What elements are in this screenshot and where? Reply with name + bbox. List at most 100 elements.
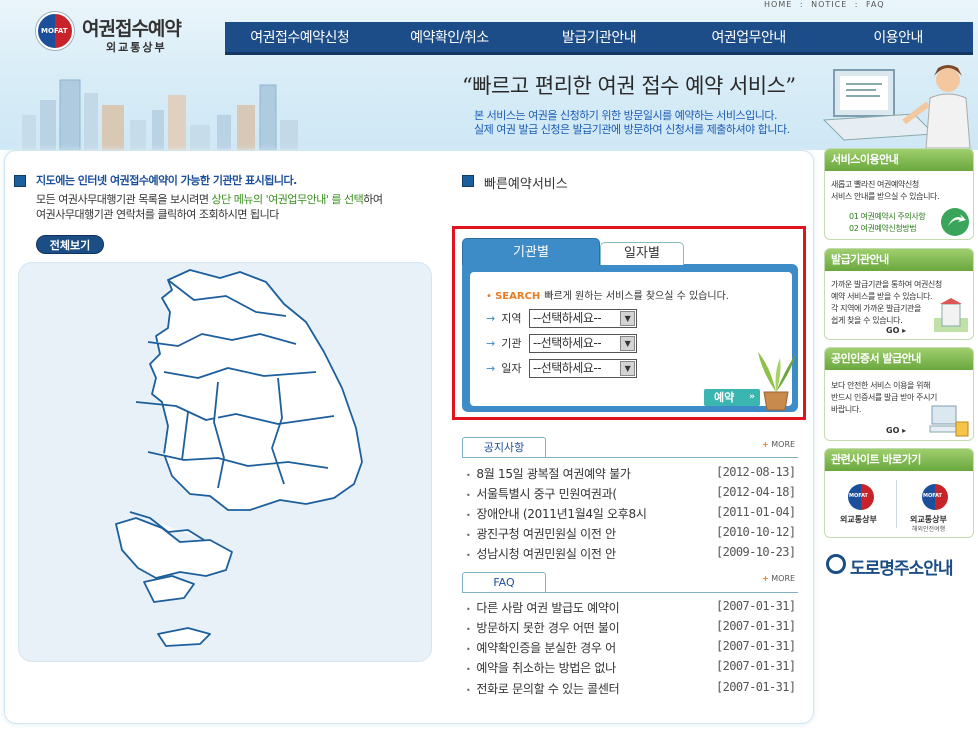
institution-select[interactable]: --선택하세요-- ▼	[529, 334, 637, 353]
related-site-sublabel: 해외안전여행	[912, 526, 946, 533]
mofat-emblem-icon: MOFAT	[848, 484, 874, 510]
search-description: 빠르게 원하는 서비스를 찾으실 수 있습니다.	[544, 291, 729, 302]
nav-issuer-info[interactable]: 발급기관안내	[524, 22, 674, 52]
faq-row-title[interactable]: • 예약확인증을 분실한 경우 어	[466, 639, 616, 656]
building-map-icon	[934, 298, 968, 332]
faq-row-title[interactable]: • 다른 사람 여권 발급도 예약이	[466, 599, 620, 616]
faq-more-link[interactable]: + MORE	[762, 574, 795, 583]
chevron-down-icon[interactable]: ▼	[620, 336, 635, 351]
notice-title-text: 장애안내 (2011년1월4일 오후8시	[476, 507, 647, 521]
faq-row-title[interactable]: • 예약을 취소하는 방법은 없나	[466, 659, 616, 676]
issuer-guide-text: 가까운 발급기관을 통하여 여권신청	[831, 280, 942, 289]
nav-usage-guide[interactable]: 이용안내	[823, 22, 973, 52]
map-section-description-2: 여권사무대행기관 연락처를 클릭하여 조회하시면 됩니다	[36, 208, 279, 221]
notice-more-link[interactable]: + MORE	[762, 440, 795, 449]
faq-title-text: 예약을 취소하는 방법은 없나	[476, 661, 616, 675]
main-navigation: 여권접수예약신청 예약확인/취소 발급기관안내 여권업무안내 이용안내	[225, 22, 973, 55]
notice-row-title[interactable]: • 광진구청 여권민원실 이전 안	[466, 525, 616, 542]
label-text: 기관	[501, 337, 522, 350]
nav-passport-service-info[interactable]: 여권업무안내	[674, 22, 824, 52]
faq-title-text: 예약확인증을 분실한 경우 어	[476, 641, 616, 655]
plus-icon: +	[762, 574, 769, 583]
bullet-icon: •	[466, 686, 471, 695]
label-text: 지역	[501, 312, 522, 325]
desc-prefix: 모든 여권사무대행기관 목록을 보시려면	[36, 193, 212, 206]
certificate-computer-icon	[929, 405, 969, 437]
map-section-description-1: 모든 여권사무대행기관 목록을 보시려면 상단 메뉴의 '여권업무안내' 를 선…	[36, 191, 383, 207]
issuer-go-link[interactable]: GO ▸	[886, 326, 906, 335]
desc-highlight: 상단 메뉴의 '여권업무안내' 를 선택	[211, 193, 364, 206]
notice-row-title[interactable]: • 성남시청 여권민원실 이전 안	[466, 545, 616, 562]
issuer-guide-head: 발급기관안내	[825, 249, 973, 271]
tab-by-date[interactable]: 일자별	[600, 242, 684, 265]
field-label-region: → 지역	[486, 310, 521, 326]
mofat-emblem-icon: MOFAT	[36, 12, 74, 50]
notice-row-date: [2012-08-13]	[716, 465, 796, 479]
related-site-mofat[interactable]: MOFAT 외교통상부	[840, 484, 890, 530]
tab-faq[interactable]: FAQ	[462, 572, 546, 593]
korea-map[interactable]	[18, 262, 432, 662]
mofat-emblem-icon: MOFAT	[922, 484, 948, 510]
go-label: GO	[886, 326, 900, 335]
search-heading: • SEARCH 빠르게 원하는 서비스를 찾으실 수 있습니다.	[486, 287, 729, 302]
notice-row-title[interactable]: • 장애안내 (2011년1월4일 오후8시	[466, 505, 647, 522]
bullet-icon: •	[466, 625, 471, 634]
city-buildings-illustration	[22, 79, 298, 150]
label-text: 일자	[501, 362, 522, 375]
faq-row-date: [2007-01-31]	[716, 619, 796, 633]
util-faq-link[interactable]: FAQ	[866, 0, 885, 9]
service-guide-text: 새롭고 빨라진 여권예약신청	[831, 180, 919, 189]
notice-row-title[interactable]: • 서울특별시 중구 민원여권과(	[466, 485, 617, 502]
arrow-icon: →	[486, 337, 496, 350]
region-select-value: --선택하세요--	[533, 311, 602, 325]
site-logo[interactable]: MOFAT 여권접수예약 외교통상부	[36, 12, 196, 56]
notice-row-title[interactable]: • 8월 15일 광복절 여권예약 불가	[466, 465, 631, 482]
certificate-guide-text: 보다 안전한 서비스 이용을 위해	[831, 381, 931, 390]
faq-row-title[interactable]: • 전화로 문의할 수 있는 콜센터	[466, 680, 620, 697]
bullet-icon: •	[466, 605, 471, 614]
logo-subtitle: 외교통상부	[106, 41, 167, 54]
faq-row-title[interactable]: • 방문하지 못한 경우 어떤 불이	[466, 619, 620, 636]
chevron-down-icon[interactable]: ▼	[620, 361, 635, 376]
related-site-label: 외교통상부	[840, 515, 877, 524]
view-all-button[interactable]: 전체보기	[36, 235, 104, 254]
map-section-title: 지도에는 인터넷 여권접수예약이 가능한 기관만 표시됩니다.	[36, 174, 297, 187]
field-label-date: → 일자	[486, 360, 521, 376]
field-label-institution: → 기관	[486, 335, 521, 351]
notice-row-date: [2010-10-12]	[716, 525, 796, 539]
emblem-text: MOFAT	[849, 493, 868, 499]
util-notice-link[interactable]: NOTICE	[811, 0, 847, 9]
quick-reservation-title: 빠른예약서비스	[484, 177, 568, 192]
notice-title-text: 광진구청 여권민원실 이전 안	[476, 527, 616, 541]
bullet-icon: •	[466, 645, 471, 654]
map-section-bullet-icon	[14, 175, 26, 187]
faq-title-text: 다른 사람 여권 발급도 예약이	[476, 601, 620, 615]
date-select[interactable]: --선택하세요-- ▼	[529, 359, 637, 378]
road-address-logo-icon	[826, 554, 846, 574]
utility-links: HOME : NOTICE : FAQ	[762, 0, 887, 9]
computer-person-illustration	[822, 65, 971, 149]
reserve-button[interactable]: 예약»	[704, 389, 760, 406]
more-label: MORE	[771, 574, 796, 583]
more-label: MORE	[771, 440, 796, 449]
quick-section-bullet-icon	[462, 175, 474, 187]
region-select[interactable]: --선택하세요-- ▼	[529, 309, 637, 328]
road-address-link[interactable]: 도로명주소안내	[850, 554, 953, 579]
date-select-value: --선택하세요--	[533, 361, 602, 375]
nav-reservation-check[interactable]: 예약확인/취소	[375, 22, 525, 52]
notice-title-text: 8월 15일 광복절 여권예약 불가	[476, 467, 631, 481]
tab-by-institution[interactable]: 기관별	[462, 238, 600, 265]
tab-notice[interactable]: 공지사항	[462, 437, 546, 458]
certificate-go-link[interactable]: GO ▸	[886, 426, 906, 435]
util-home-link[interactable]: HOME	[764, 0, 792, 9]
util-separator: :	[799, 0, 804, 9]
bullet-icon: •	[466, 551, 471, 560]
notice-title-text: 서울특별시 중구 민원여권과(	[476, 487, 617, 501]
nav-passport-reservation[interactable]: 여권접수예약신청	[225, 22, 375, 52]
related-site-safe-travel[interactable]: MOFAT 외교통상부 해외안전여행	[906, 484, 966, 536]
reserve-label: 예약	[714, 391, 735, 404]
faq-divider	[462, 592, 798, 593]
plus-icon: +	[762, 440, 769, 449]
chevron-down-icon[interactable]: ▼	[620, 311, 635, 326]
certificate-guide-head: 공인인증서 발급안내	[825, 348, 973, 370]
